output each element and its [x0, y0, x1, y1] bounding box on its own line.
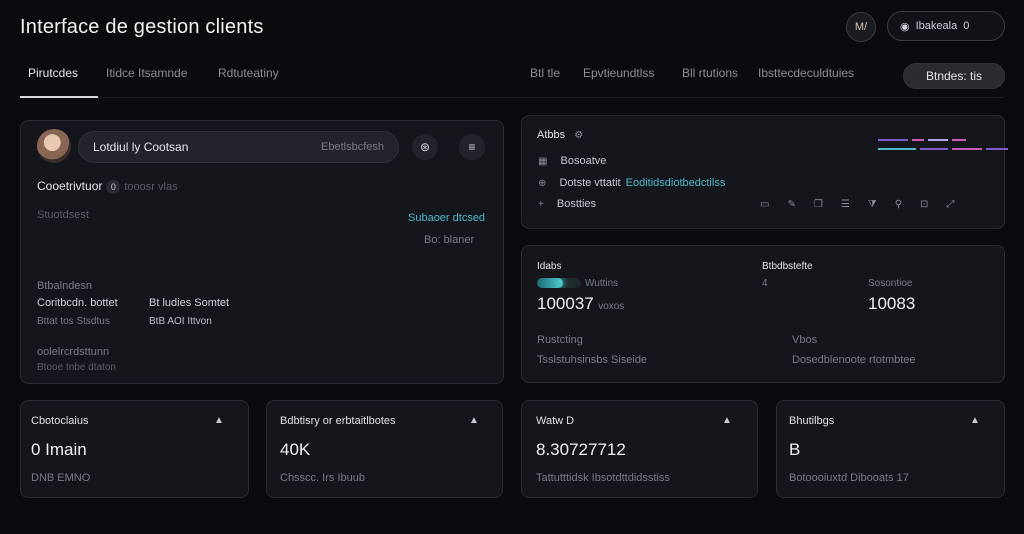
nav-item-2[interactable]: Epvtieundtlss: [583, 66, 654, 80]
stats-left-value: 100037 voxos: [537, 294, 624, 314]
stats-right-subtitle: Sosontioe: [868, 278, 913, 289]
tabs-divider: [20, 97, 1004, 98]
section-subtitle: Stuotdsest: [37, 209, 89, 221]
detail-heading: Btbalndesn: [37, 280, 93, 292]
copy-icon[interactable]: ❐: [814, 199, 823, 210]
tab-settings[interactable]: Rdtuteatiny: [218, 66, 279, 80]
stats-left-row1: Rustcting: [537, 334, 583, 346]
nav-item-3[interactable]: Bll rtutions: [682, 66, 738, 80]
view-icon[interactable]: ▭: [760, 199, 769, 210]
filter-icon[interactable]: ⧩: [868, 199, 877, 210]
active-tab-indicator: [20, 96, 98, 98]
stats-progress-fill: [537, 278, 564, 288]
activity-title: Atbbs ⚙: [537, 129, 583, 141]
nav-item-4[interactable]: Ibsttecdeculdtuies: [758, 66, 854, 80]
activity-row[interactable]: + Bostties: [538, 198, 596, 210]
legend-bar-6: [920, 148, 948, 150]
client-search-input[interactable]: Lotdiul ly Cootsan Ebetlsbcfesh: [78, 131, 399, 163]
list-icon[interactable]: ☰: [841, 199, 850, 210]
kpi-title: Bhutilbgs: [789, 415, 835, 427]
account-extra: 0: [963, 20, 970, 32]
settings-icon[interactable]: ⚙: [574, 130, 583, 141]
detail-col2-sub: BtB AOI Ittvon: [149, 316, 212, 327]
avatar-initials: M/: [854, 21, 868, 33]
notification-icon[interactable]: ⊛: [412, 134, 438, 160]
activity-row[interactable]: ⊕ Dotste vttatit Eoditidsdiotbedctilss: [538, 177, 725, 189]
stats-left-row2: Tsslstuhsinsbs Siseide: [537, 354, 648, 366]
activity-title-text: Atbbs: [537, 129, 566, 141]
section-suffix: tooosr vlas: [124, 181, 178, 193]
kpi-value: 0 Imain: [31, 440, 87, 459]
legend-bar-7: [952, 148, 982, 150]
kpi-sub: Tattutttidsk Ibsotdttdidsstiss: [536, 472, 670, 484]
kpi-value: B: [789, 440, 801, 459]
stats-right-title: Btbdbstefte: [762, 261, 813, 272]
stats-right-value: 10083: [868, 294, 916, 313]
activity-action-icons: ▭ ✎ ❐ ☰ ⧩ ⚲ ⊡ ⤢: [760, 199, 954, 210]
stats-left-subtitle: Wuttins: [585, 278, 619, 289]
stats-right-row2: Dosedblenoote rtotmbtee: [792, 354, 916, 366]
kpi-value: 40K: [280, 440, 311, 459]
stats-left-value-suffix: voxos: [598, 301, 625, 312]
detail-col1-sub: Bttat tos Stsdtus: [37, 316, 110, 327]
footer-sub: Btooe tnbe dtaton: [37, 362, 116, 373]
account-menu-button[interactable]: ◉ Ibakeala 0: [887, 11, 1005, 41]
stats-progress-bar: [537, 278, 581, 288]
edit-icon[interactable]: ✎: [787, 199, 795, 210]
detail-col1: Coritbcdn. bottet: [37, 297, 118, 309]
search-hint: Ebetlsbcfesh: [321, 141, 384, 153]
page-title: Interface de gestion clients: [20, 16, 264, 38]
kpi-sub: Chsscc. Irs Ibuub: [280, 472, 365, 484]
pin-icon[interactable]: ⚲: [895, 199, 902, 210]
activity-legend-2: [878, 137, 1012, 155]
secondary-link[interactable]: Bo: blaner: [424, 234, 474, 246]
stats-right-indicator: 4: [762, 278, 768, 289]
detail-col2: Bt ludies Somtet: [149, 297, 230, 309]
chevron-up-icon[interactable]: ▲: [469, 415, 479, 426]
tab-history[interactable]: Itidce Itsamnde: [106, 66, 187, 80]
plus-icon: +: [538, 199, 544, 210]
search-value: Lotdiul ly Cootsan: [93, 140, 189, 154]
legend-bar-5: [878, 148, 916, 150]
kpi-title: Bdbtisry or erbtaitlbotes: [280, 415, 396, 427]
primary-link[interactable]: Subaoer dtcsed: [408, 212, 485, 224]
stats-left-value-number: 100037: [537, 294, 594, 313]
grid-icon: ▦: [538, 156, 548, 167]
kpi-title: Watw D: [536, 415, 575, 427]
link-icon: ⊕: [538, 178, 547, 189]
activity-row[interactable]: ▦ Bosoatve: [538, 155, 606, 167]
kpi-sub: DNB EMNO: [31, 472, 91, 484]
user-icon: ◉: [900, 20, 910, 33]
stats-right-row1: Vbos: [792, 334, 818, 346]
nav-item-1[interactable]: Btl tle: [530, 66, 560, 80]
kpi-value: 8.30727712: [536, 440, 626, 459]
kpi-title: Cbotoclaius: [31, 415, 89, 427]
kpi-sub: Botoooiuxtd Dibooats 17: [789, 472, 909, 484]
stats-left-title: Idabs: [537, 261, 562, 272]
section-title-text: Cooetrivtuor: [37, 179, 103, 193]
chevron-up-icon[interactable]: ▲: [722, 415, 732, 426]
legend-bar-8: [986, 148, 1008, 150]
chevron-up-icon[interactable]: ▲: [970, 415, 980, 426]
chat-icon[interactable]: ≡: [459, 134, 485, 160]
footer-heading: oolelrcrdsttunn: [37, 346, 110, 358]
activity-row-label: Bostties: [556, 198, 597, 210]
tab-overview[interactable]: Pirutcdes: [28, 66, 78, 80]
activity-row-label: Bosoatve: [560, 155, 607, 167]
lock-icon[interactable]: ⊡: [920, 199, 928, 210]
section-badge: 0: [106, 180, 121, 194]
section-title: Cooetrivtuor 0 tooosr vlas: [37, 179, 178, 194]
activity-row-label: Dotste vttatit: [559, 177, 621, 189]
primary-action-button[interactable]: Btndes: tis: [903, 63, 1005, 89]
activity-row-link[interactable]: Eoditidsdiotbedctilss: [626, 177, 726, 189]
account-label: Ibakeala: [915, 20, 958, 32]
expand-icon[interactable]: ⤢: [946, 199, 954, 210]
chevron-up-icon[interactable]: ▲: [214, 415, 224, 426]
user-avatar[interactable]: M/: [846, 12, 876, 42]
client-avatar: [37, 129, 71, 163]
